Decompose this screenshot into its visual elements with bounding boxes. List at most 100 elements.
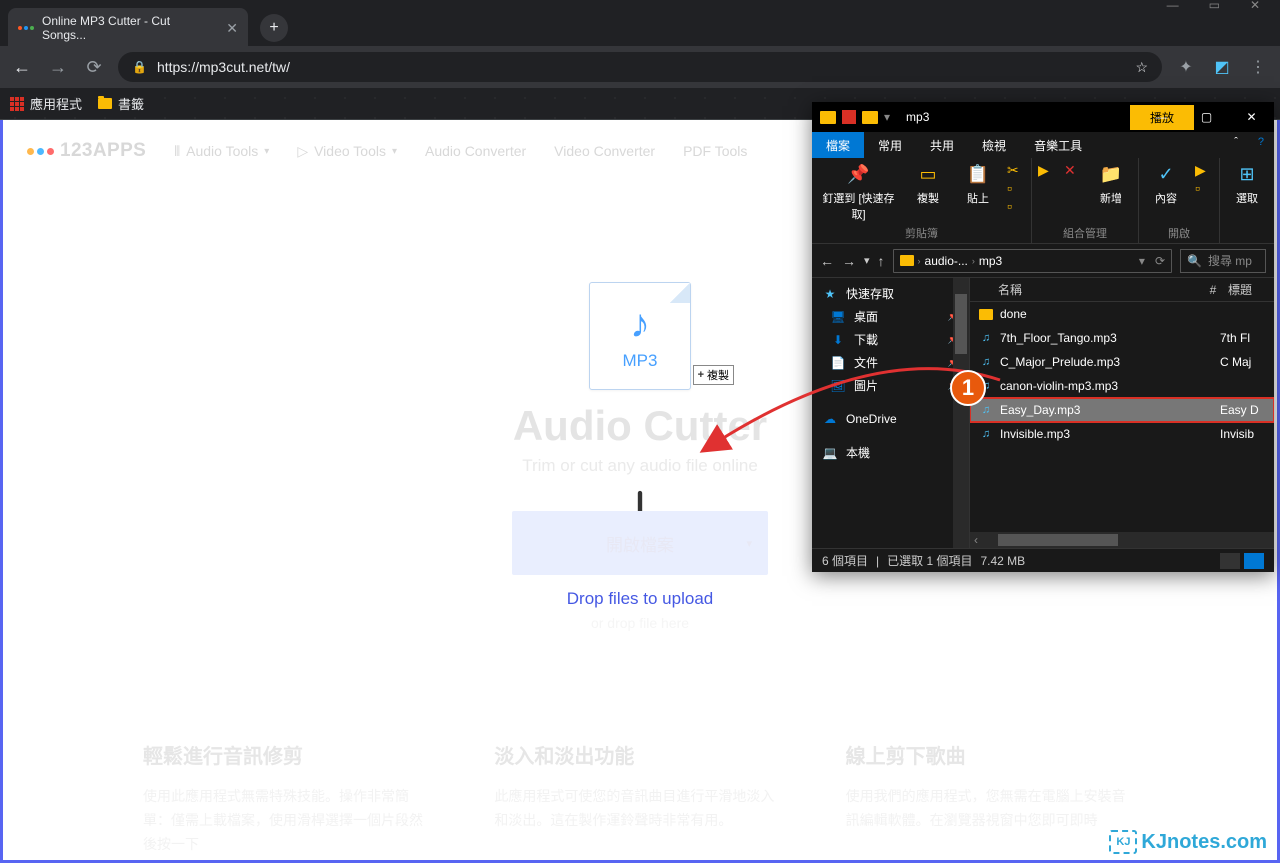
back-button[interactable]: ← (10, 57, 34, 78)
details-view-icon[interactable] (1220, 553, 1240, 569)
site-logo[interactable]: 123APPS (27, 140, 146, 162)
forward-button[interactable]: → (842, 253, 856, 269)
tab-view[interactable]: 檢視 (968, 132, 1020, 158)
extension-badge-icon[interactable]: ◩ (1210, 55, 1234, 79)
address-bar[interactable]: 🔒 https://mp3cut.net/tw/ ☆ (118, 52, 1162, 82)
audio-file-icon: ♫ (978, 354, 994, 370)
history-button[interactable]: ▾ (864, 254, 870, 267)
sidebar-downloads[interactable]: ⬇下載📌 (812, 328, 969, 351)
open-file-button[interactable]: 開啟檔案 ▾ (512, 511, 768, 575)
sidebar-scrollbar[interactable] (953, 278, 969, 548)
maximize-button[interactable]: ▢ (1184, 102, 1229, 132)
nav-audio-converter[interactable]: Audio Converter (425, 143, 526, 159)
file-row[interactable]: ♫7th_Floor_Tango.mp37th Fl (970, 326, 1274, 350)
explorer-sidebar: ★快速存取 🖥桌面📌 ⬇下載📌 📄文件📌 🖼圖片📌 ☁OneDrive 💻本機 (812, 278, 970, 548)
url-text: https://mp3cut.net/tw/ (157, 59, 290, 75)
watermark: KJ KJnotes.com (1109, 830, 1267, 854)
file-title: C Maj (1220, 355, 1266, 369)
menu-icon[interactable]: ⋮ (1246, 55, 1270, 79)
search-input[interactable]: 🔍 搜尋 mp (1180, 249, 1266, 273)
apps-shortcut[interactable]: 應用程式 (10, 94, 82, 113)
clipboard-more[interactable]: ✂▫▫ (1007, 162, 1025, 214)
folder-icon (862, 111, 878, 124)
chevron-down-icon[interactable]: ▾ (746, 537, 752, 550)
back-button[interactable]: ← (820, 253, 834, 269)
desktop-icon: 🖥 (830, 310, 846, 324)
file-name: Invisible.mp3 (1000, 427, 1214, 441)
chevron-down-icon: ▾ (392, 146, 397, 157)
forward-button[interactable]: → (46, 57, 70, 78)
properties-button[interactable]: ✓內容 (1145, 162, 1187, 206)
file-row[interactable]: ♫Invisible.mp3Invisib (970, 422, 1274, 446)
sidebar-onedrive[interactable]: ☁OneDrive (812, 409, 969, 429)
tab-share[interactable]: 共用 (916, 132, 968, 158)
file-row[interactable]: ♫canon-violin-mp3.mp3 (970, 374, 1274, 398)
tab-file[interactable]: 檔案 (812, 132, 864, 158)
audio-file-icon: ♫ (978, 402, 994, 418)
delete-button[interactable]: ✕ (1064, 162, 1082, 178)
close-button[interactable]: ✕ (1229, 102, 1274, 132)
nav-video-tools[interactable]: ▷Video Tools▾ (297, 143, 397, 160)
apps-grid-icon (10, 97, 24, 111)
ribbon-collapse-icon[interactable]: ˆ (1224, 132, 1248, 158)
file-list-header[interactable]: 名稱 # 標題 (970, 278, 1274, 302)
logo-dots-icon (27, 148, 54, 155)
search-icon: 🔍 (1187, 254, 1202, 268)
explorer-titlebar[interactable]: ▾ mp3 播放 — ▢ ✕ (812, 102, 1274, 132)
tab-close-icon[interactable]: ✕ (226, 20, 238, 37)
paste-button[interactable]: 📋貼上 (957, 162, 999, 206)
minimize-button[interactable]: — (1139, 102, 1184, 132)
sidebar-quick-access[interactable]: ★快速存取 (812, 282, 969, 305)
pin-to-quick-access-button[interactable]: 📌釘選到 [快速存取] (818, 162, 899, 222)
sidebar-documents[interactable]: 📄文件📌 (812, 351, 969, 374)
help-icon[interactable]: ? (1248, 132, 1274, 158)
move-button[interactable]: ▶ (1038, 162, 1056, 178)
select-button[interactable]: ⊞選取 (1226, 162, 1268, 206)
open-button[interactable]: ▶▫ (1195, 162, 1213, 196)
star-icon[interactable]: ☆ (1135, 59, 1148, 76)
explorer-status-bar: 6 個項目 | 已選取 1 個項目 7.42 MB (812, 548, 1274, 572)
file-list: 名稱 # 標題 done♫7th_Floor_Tango.mp37th Fl♫C… (970, 278, 1274, 548)
feature-card: 線上剪下歌曲 使用我們的應用程式，您無需在電腦上安裝音訊編輯軟體。在瀏覽器視窗中… (846, 740, 1137, 860)
lock-icon: 🔒 (132, 60, 147, 74)
file-row[interactable]: ♫C_Major_Prelude.mp3C Maj (970, 350, 1274, 374)
select-icon: ⊞ (1235, 162, 1259, 186)
browser-tab-active[interactable]: Online MP3 Cutter - Cut Songs... ✕ (8, 8, 248, 48)
nav-audio-tools[interactable]: ⫴Audio Tools▾ (174, 143, 269, 160)
bookmarks-folder[interactable]: 書籤 (98, 94, 144, 113)
new-tab-button[interactable]: + (260, 14, 288, 42)
music-note-icon: ♪ (630, 302, 650, 347)
pictures-icon: 🖼 (830, 379, 846, 393)
sidebar-this-pc[interactable]: 💻本機 (812, 441, 969, 464)
nav-pdf-tools[interactable]: PDF Tools (683, 143, 747, 159)
nav-video-converter[interactable]: Video Converter (554, 143, 655, 159)
thumbnails-view-icon[interactable] (1244, 553, 1264, 569)
document-icon: 📄 (830, 356, 846, 370)
explorer-ribbon-tabs: 檔案 常用 共用 檢視 音樂工具 ˆ ? (812, 132, 1274, 158)
paste-icon: 📋 (966, 162, 990, 186)
extensions-icon[interactable]: ✦ (1174, 55, 1198, 79)
checkbox-icon[interactable] (842, 110, 856, 124)
tab-title: Online MP3 Cutter - Cut Songs... (42, 14, 210, 42)
file-name: Easy_Day.mp3 (1000, 403, 1214, 417)
feature-card: 淡入和淡出功能 此應用程式可使您的音訊曲目進行平滑地淡入和淡出。這在製作運鈴聲時… (494, 740, 785, 860)
star-icon: ★ (822, 287, 838, 301)
folder-icon (900, 255, 914, 266)
up-button[interactable]: ↑ (878, 253, 885, 269)
copy-button[interactable]: ▭複製 (907, 162, 949, 206)
new-folder-button[interactable]: 📁新增 (1090, 162, 1132, 206)
sidebar-desktop[interactable]: 🖥桌面📌 (812, 305, 969, 328)
file-row[interactable]: ♫Easy_Day.mp3Easy D (970, 398, 1274, 422)
horizontal-scrollbar[interactable]: ‹ (970, 532, 1274, 548)
cloud-icon: ☁ (822, 412, 838, 426)
tab-home[interactable]: 常用 (864, 132, 916, 158)
copy-drag-tag: 複製 (693, 365, 734, 385)
refresh-icon[interactable]: ⟳ (1155, 254, 1165, 268)
folder-icon (98, 98, 112, 109)
tab-music-tools[interactable]: 音樂工具 (1020, 132, 1096, 158)
file-name: done (1000, 307, 1214, 321)
breadcrumb[interactable]: › audio-... › mp3 ▾ ⟳ (893, 249, 1172, 273)
reload-button[interactable]: ⟳ (82, 57, 106, 78)
file-row[interactable]: done (970, 302, 1274, 326)
sidebar-pictures[interactable]: 🖼圖片📌 (812, 374, 969, 397)
